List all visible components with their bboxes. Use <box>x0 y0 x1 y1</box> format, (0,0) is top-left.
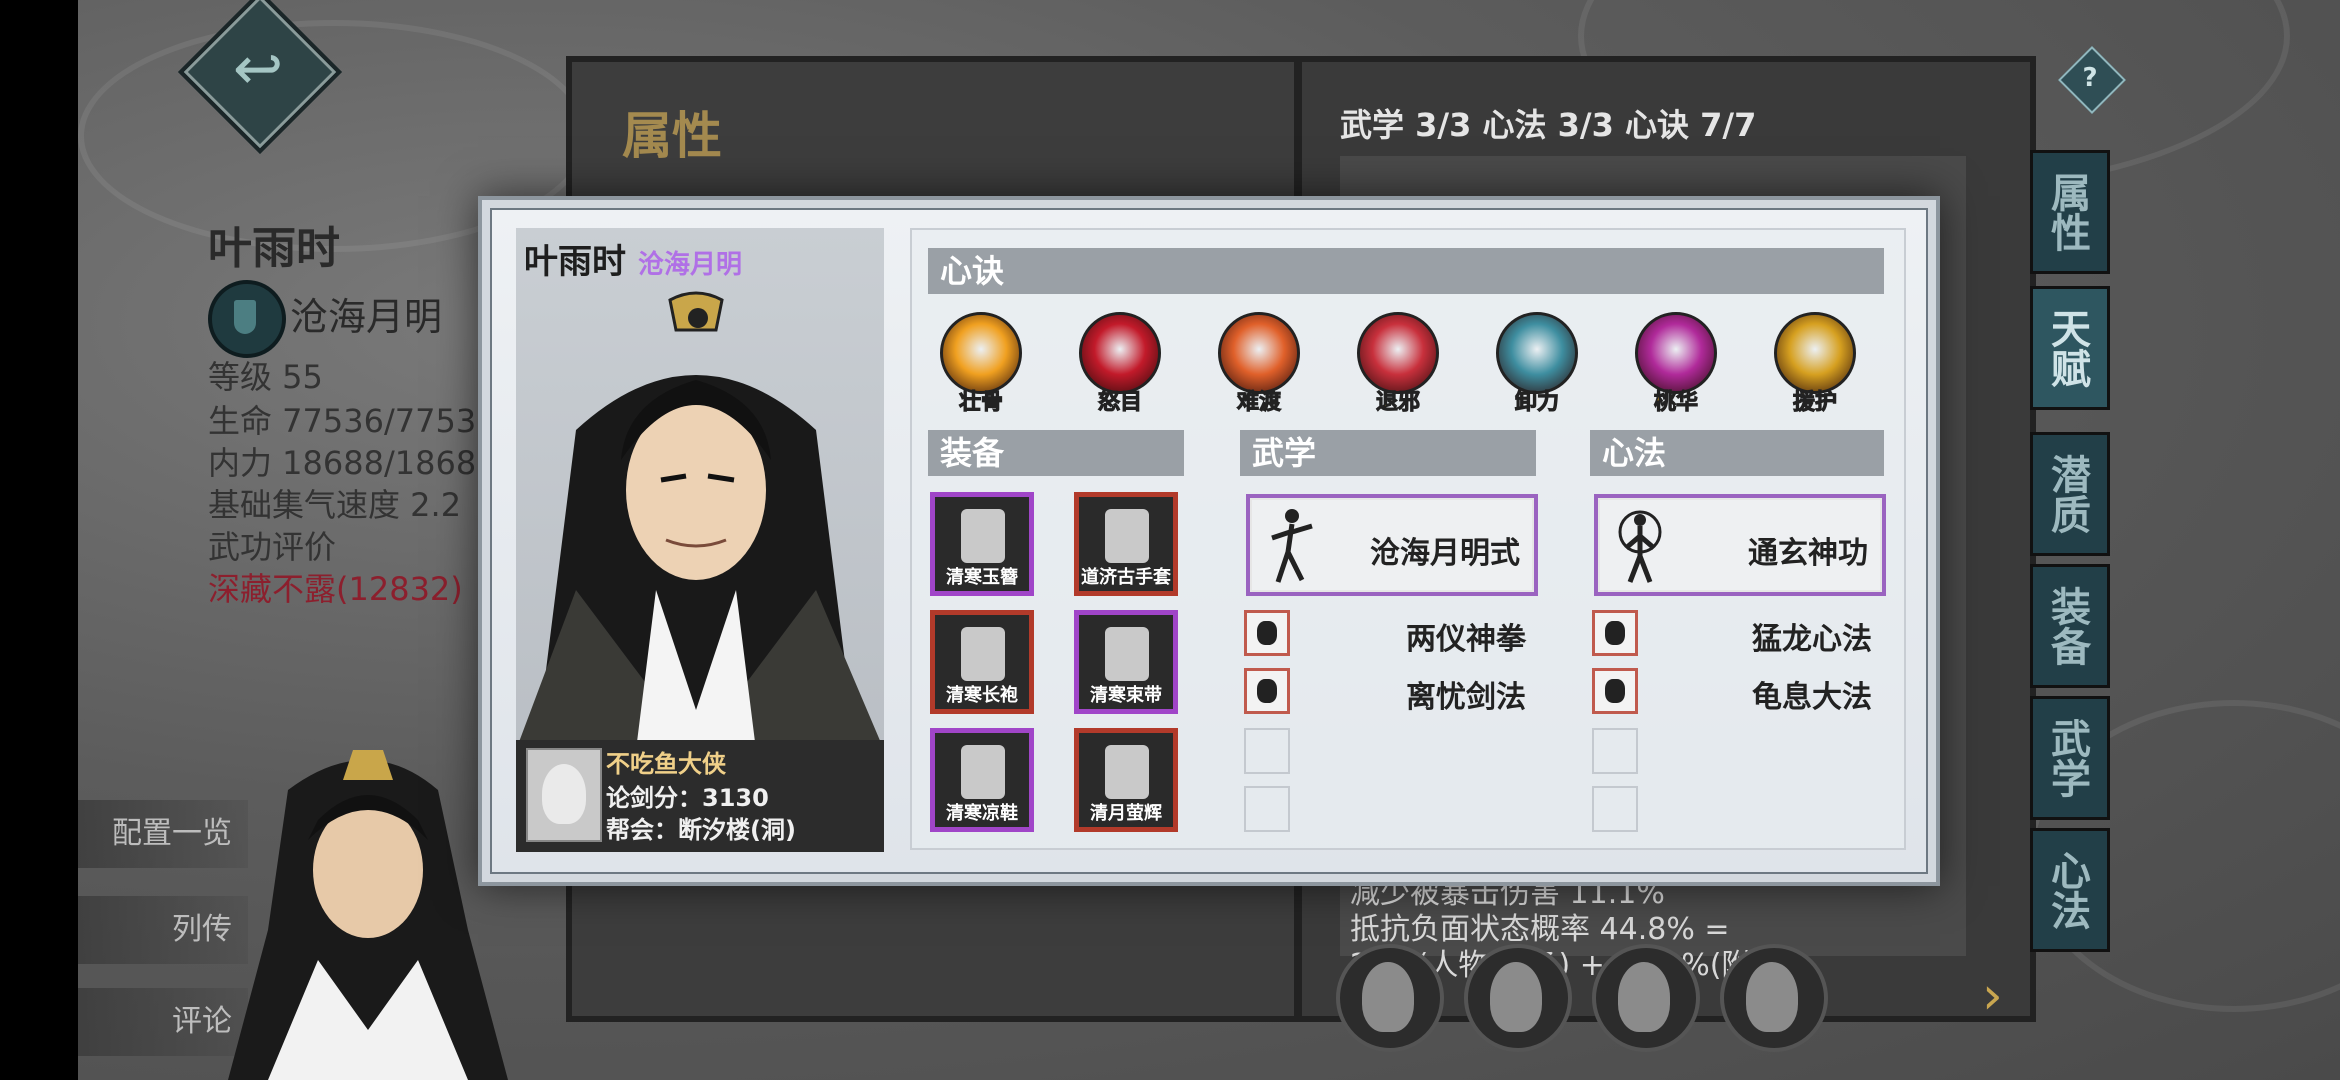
xinjue-label: 桃华 <box>1653 390 1698 416</box>
character-name: 叶雨时 <box>208 223 340 274</box>
party-member-avatar[interactable] <box>1592 944 1700 1052</box>
equipment-slot[interactable]: 道济古手套 <box>1074 492 1178 596</box>
xinjue-label: 退邪 <box>1375 390 1420 416</box>
martial-art-main-name: 沧海月明式 <box>1370 536 1520 571</box>
party-member-avatar[interactable] <box>1336 944 1444 1052</box>
player-avatar <box>526 748 602 842</box>
card-character-name: 叶雨时 <box>524 242 626 282</box>
xinjue-header: 心诀 <box>928 248 1884 294</box>
equipment-slot[interactable]: 清寒束带 <box>1074 610 1178 714</box>
equipment-name: 清月萤辉 <box>1090 803 1162 824</box>
page-title: 属性 <box>622 107 722 165</box>
mind-method-name[interactable]: 龟息大法 <box>1752 672 1872 716</box>
party-member-avatar[interactable] <box>1720 944 1828 1052</box>
tab-equipment[interactable]: 装备 <box>2030 564 2110 688</box>
duel-score: 论剑分：3130 <box>606 784 769 812</box>
xinjue-icon[interactable] <box>1218 312 1300 394</box>
sect-shield-icon <box>208 280 286 358</box>
equipment-name: 清寒束带 <box>1090 685 1162 706</box>
xinjue-label: 难渡 <box>1236 390 1281 416</box>
equipment-item-icon <box>961 509 1005 563</box>
help-icon[interactable]: ? <box>2068 56 2112 100</box>
empty-mind-slot[interactable] <box>1592 786 1638 832</box>
stat-rating-label: 武功评价 <box>208 528 337 566</box>
tab-martial-arts[interactable]: 武学 <box>2030 696 2110 820</box>
equipment-name: 道济古手套 <box>1081 567 1171 588</box>
martial-art-name[interactable]: 两仪神拳 <box>1406 614 1526 658</box>
martial-art-icon[interactable] <box>1244 668 1290 714</box>
equipment-item-icon <box>1105 509 1149 563</box>
equipment-slot[interactable]: 清寒玉簪 <box>930 492 1034 596</box>
equipment-slot[interactable]: 清月萤辉 <box>1074 728 1178 832</box>
mind-method-main-name: 通玄神功 <box>1748 536 1868 571</box>
stat-rating-value: 深藏不露(12832) <box>208 570 463 608</box>
xinjue-icon[interactable] <box>1774 312 1856 394</box>
character-portrait <box>516 291 884 750</box>
martial-art-icon[interactable] <box>1244 610 1290 656</box>
back-arrow-icon[interactable]: ↩ <box>218 34 298 104</box>
equipment-slot[interactable]: 清寒长袍 <box>930 610 1034 714</box>
stat-hp: 生命 77536/77536 <box>208 402 497 440</box>
stat-speed: 基础集气速度 2.2 <box>208 486 462 524</box>
martial-arts-header: 武学 <box>1240 430 1536 476</box>
equipment-name: 清寒长袍 <box>946 685 1018 706</box>
xinjue-label: 壮骨 <box>958 390 1003 416</box>
equipment-name: 清寒玉簪 <box>946 567 1018 588</box>
next-arrow-icon[interactable]: › <box>1982 966 2003 1026</box>
tab-talent[interactable]: 天赋 <box>2030 286 2110 410</box>
xinjue-icon[interactable] <box>1357 312 1439 394</box>
mind-method-header: 心法 <box>1590 430 1884 476</box>
mind-method-icon[interactable] <box>1592 668 1638 714</box>
equipment-header: 装备 <box>928 430 1184 476</box>
equipment-item-icon <box>1105 745 1149 799</box>
tab-potential[interactable]: 潜质 <box>2030 432 2110 556</box>
equipment-name: 清寒凉鞋 <box>946 803 1018 824</box>
empty-martial-slot[interactable] <box>1244 728 1290 774</box>
skill-counts: 武学 3/3 心法 3/3 心诀 7/7 <box>1340 106 1757 144</box>
meditation-pose-icon <box>1618 510 1662 583</box>
stat-mp: 内力 18688/18688 <box>208 444 497 482</box>
xinjue-label: 卸力 <box>1514 390 1559 416</box>
stat-level: 等级 55 <box>208 358 323 396</box>
mind-method-name[interactable]: 猛龙心法 <box>1752 614 1872 658</box>
equipment-slot[interactable]: 清寒凉鞋 <box>930 728 1034 832</box>
tab-mind-methods[interactable]: 心法 <box>2030 828 2110 952</box>
equipment-item-icon <box>1105 627 1149 681</box>
equipment-item-icon <box>961 745 1005 799</box>
xinjue-icon[interactable] <box>940 312 1022 394</box>
guild-name: 帮会：断汐楼(洞) <box>606 816 796 844</box>
martial-art-name[interactable]: 离忧剑法 <box>1406 672 1526 716</box>
empty-martial-slot[interactable] <box>1244 786 1290 832</box>
mind-method-icon[interactable] <box>1592 610 1638 656</box>
xinjue-label: 怒目 <box>1097 390 1142 416</box>
party-member-avatar[interactable] <box>1464 944 1572 1052</box>
xinjue-icon[interactable] <box>1496 312 1578 394</box>
xinjue-label: 援护 <box>1792 390 1837 416</box>
xinjue-icon[interactable] <box>1079 312 1161 394</box>
equipment-item-icon <box>961 627 1005 681</box>
player-name: 不吃鱼大侠 <box>606 750 726 778</box>
xinjue-icon[interactable] <box>1635 312 1717 394</box>
martial-art-main[interactable]: 沧海月明式 <box>1246 494 1538 596</box>
character-sect: 沧海月明 <box>290 295 443 339</box>
empty-mind-slot[interactable] <box>1592 728 1638 774</box>
mind-method-main[interactable]: 通玄神功 <box>1594 494 1886 596</box>
card-character-sect: 沧海月明 <box>638 250 743 280</box>
tab-attributes[interactable]: 属性 <box>2030 150 2110 274</box>
martial-pose-icon <box>1271 509 1313 583</box>
